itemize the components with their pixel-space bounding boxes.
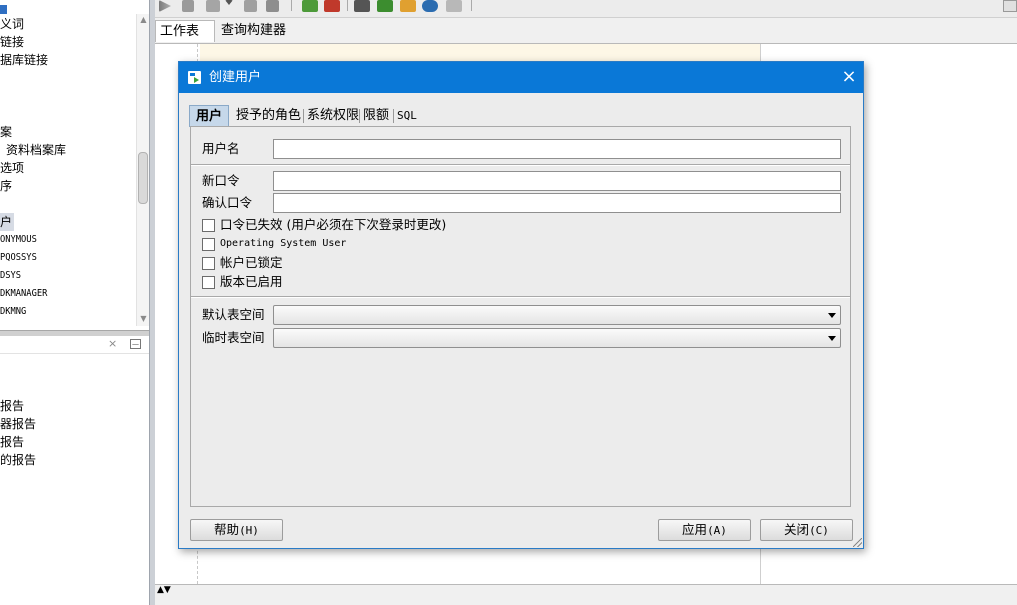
database-icon[interactable]: [206, 0, 220, 12]
new-password-input[interactable]: [273, 171, 841, 191]
tree-node[interactable]: 案: [0, 123, 12, 141]
temp-tablespace-select[interactable]: [273, 328, 841, 348]
run-icon[interactable]: [159, 0, 171, 12]
confirm-password-input[interactable]: [273, 193, 841, 213]
account-locked-checkbox[interactable]: [202, 257, 215, 270]
tree-node[interactable]: DKMNG: [0, 303, 26, 321]
chevron-down-icon: [828, 336, 836, 341]
scroll-up-icon[interactable]: ▲: [139, 15, 148, 24]
editions-enabled-label: 版本已启用: [220, 274, 283, 289]
os-user-label: Operating System User: [220, 238, 347, 249]
tab-granted-roles[interactable]: 授予的角色: [236, 105, 301, 127]
tab-separator: [393, 109, 394, 123]
close-icon[interactable]: ×: [835, 62, 863, 93]
tab-user[interactable]: 用户: [189, 105, 230, 127]
resize-grip-icon[interactable]: [853, 538, 862, 547]
close-button[interactable]: 关闭(C): [760, 519, 853, 541]
help-button[interactable]: 帮助(H): [190, 519, 283, 541]
tab-query-builder[interactable]: 查询构建器: [217, 20, 290, 42]
editions-enabled-checkbox[interactable]: [202, 276, 215, 289]
report-node[interactable]: 报告: [0, 397, 24, 415]
create-user-dialog: 创建用户 × 用户 授予的角色 系统权限 限额 SQL 用户名 新口令 确认口令…: [178, 61, 864, 549]
navigator-panel: 义词 链接 据库链接 案 资料档案库 选项 序 户 ONYMOUS PQOSSY…: [0, 0, 151, 605]
tree-node[interactable]: ONYMOUS: [0, 231, 37, 249]
tab-separator: [359, 109, 360, 123]
close-mnemonic: (C): [809, 524, 829, 537]
reports-header: × —: [0, 336, 151, 354]
section-divider-highlight: [191, 297, 850, 298]
report-node[interactable]: 器报告: [0, 415, 36, 433]
collapse-arrows-icon[interactable]: ▲▼: [157, 585, 171, 595]
close-button-label: 关闭: [784, 522, 810, 537]
toolbar-separator: [471, 0, 472, 11]
commit-icon[interactable]: [244, 0, 257, 12]
eraser-icon[interactable]: [400, 0, 416, 12]
chevron-down-icon[interactable]: [225, 0, 233, 8]
tree-node[interactable]: PQOSSYS: [0, 249, 37, 267]
user-tab-panel: 用户名 新口令 确认口令 口令已失效 (用户必须在下次登录时更改) Operat…: [190, 126, 851, 507]
toolbar-separator: [347, 0, 348, 11]
tab-sql[interactable]: SQL: [397, 105, 417, 127]
check-icon[interactable]: [302, 0, 318, 12]
report-node[interactable]: 报告: [0, 433, 24, 451]
tree-node[interactable]: DSYS: [0, 267, 21, 285]
tree-node[interactable]: 资料档案库: [6, 141, 66, 159]
worksheet-tabs: 工作表 查询构建器: [155, 18, 1017, 44]
tree-node[interactable]: 义词: [0, 15, 24, 33]
tab-worksheet[interactable]: 工作表: [155, 20, 215, 42]
rollback-icon[interactable]: [266, 0, 279, 12]
close-icon[interactable]: ×: [108, 337, 117, 350]
tab-separator: [303, 109, 304, 123]
username-input[interactable]: [273, 139, 841, 159]
scrollbar-thumb[interactable]: [138, 152, 148, 204]
tree-node[interactable]: DKMANAGER: [0, 285, 47, 303]
worksheet-statusbar: ▲▼: [155, 584, 1017, 605]
sql-icon[interactable]: [354, 0, 370, 12]
tab-system-privileges[interactable]: 系统权限: [307, 105, 359, 127]
reports-tree: 报告 器报告 报告 的报告: [0, 354, 151, 605]
section-divider-highlight: [191, 165, 850, 166]
dialog-title: 创建用户: [209, 70, 262, 85]
temp-tablespace-label: 临时表空间: [202, 330, 265, 345]
password-expired-label: 口令已失效 (用户必须在下次登录时更改): [220, 217, 447, 232]
tree-node[interactable]: 序: [0, 177, 12, 195]
account-locked-label: 帐户已锁定: [220, 255, 283, 270]
tree-node[interactable]: 链接: [0, 33, 24, 51]
chevron-down-icon: [828, 313, 836, 318]
toolbar-separator: [291, 0, 292, 11]
help-button-label: 帮助: [214, 522, 240, 537]
confirm-password-label: 确认口令: [202, 195, 253, 210]
connection-selector-icon[interactable]: [1003, 0, 1017, 12]
report-node[interactable]: 的报告: [0, 451, 36, 469]
connections-tree: 义词 链接 据库链接 案 资料档案库 选项 序 户 ONYMOUS PQOSSY…: [0, 0, 136, 330]
tuning-icon[interactable]: [377, 0, 393, 12]
tree-scrollbar[interactable]: ▲ ▼: [136, 14, 149, 326]
password-expired-checkbox[interactable]: [202, 219, 215, 232]
apply-button[interactable]: 应用(A): [658, 519, 751, 541]
scroll-down-icon[interactable]: ▼: [139, 314, 148, 323]
folder-icon: [0, 5, 7, 14]
tree-node-users[interactable]: 户: [0, 213, 15, 231]
tab-quotas[interactable]: 限额: [363, 105, 389, 127]
tree-node[interactable]: 据库链接: [0, 51, 48, 69]
username-label: 用户名: [202, 141, 240, 156]
apply-button-label: 应用: [682, 522, 708, 537]
history-icon[interactable]: [422, 0, 438, 12]
worksheet-toolbar: [155, 0, 1017, 18]
tree-node[interactable]: 选项: [0, 159, 24, 177]
new-password-label: 新口令: [202, 173, 240, 188]
sqldeveloper-icon: [188, 71, 201, 84]
clear-icon[interactable]: [324, 0, 340, 12]
minimize-icon[interactable]: —: [130, 339, 141, 349]
bind-icon[interactable]: [446, 0, 462, 12]
os-user-checkbox[interactable]: [202, 238, 215, 251]
help-mnemonic: (H): [239, 524, 259, 537]
dialog-titlebar[interactable]: 创建用户 ×: [179, 62, 863, 93]
default-tablespace-label: 默认表空间: [202, 307, 265, 322]
script-icon[interactable]: [182, 0, 194, 12]
apply-mnemonic: (A): [707, 524, 727, 537]
default-tablespace-select[interactable]: [273, 305, 841, 325]
